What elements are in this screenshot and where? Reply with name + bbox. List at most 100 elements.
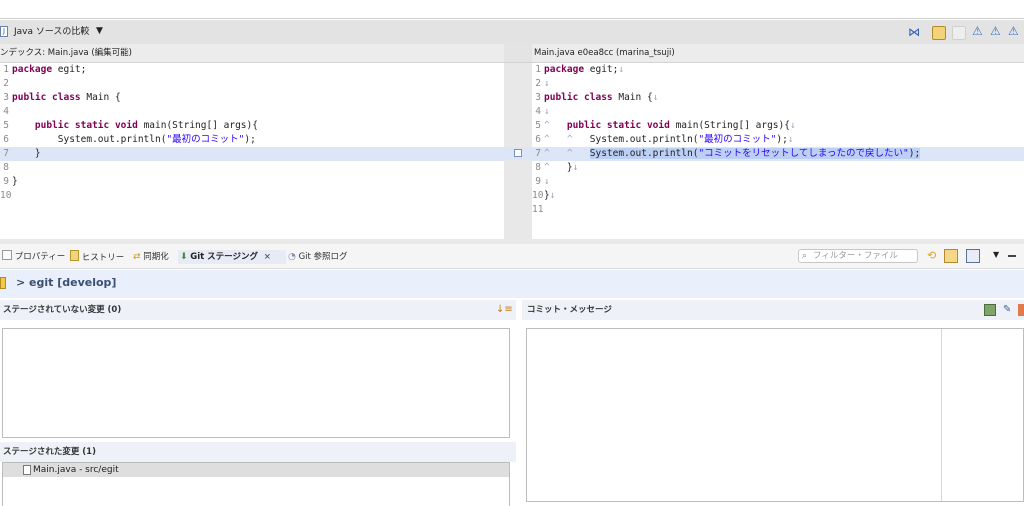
sort-icon[interactable]: ↓≡ [496,304,513,315]
keyword: public static void [34,120,138,131]
tab-label: Git 参照ログ [298,252,348,262]
code-line[interactable]: 11 [532,203,1024,217]
code-line[interactable]: 2 ↓ [532,77,1024,91]
statement: System.out.println("コミットをリセットしてしまったので戻した… [589,148,921,159]
line-end-marker: ↓ [572,162,579,173]
code-line[interactable]: 7 ^ ^ System.out.println("コミットをリセットしてしまった… [532,147,1024,161]
code-text: Main { [612,92,653,103]
code-text: ); [908,148,921,159]
copy-all-icon[interactable]: ⋈ [908,25,922,39]
code-text: System.out.println( [57,134,167,145]
line-number: 5 [535,120,541,131]
line-end-marker: ↓ [544,78,550,89]
layout-icon[interactable] [966,249,980,263]
line-number: 9 [535,176,541,187]
filter-files-field[interactable]: ⌕ フィルター・ファイル [798,249,918,263]
staged-files-list[interactable]: Main.java - src/egit [2,462,510,506]
sign-off-icon[interactable]: ✎ [1003,304,1011,315]
code-text: ); [776,134,788,145]
whitespace-marker: ^ ^ [544,134,590,145]
amend-icon[interactable] [984,304,996,316]
close-icon[interactable]: ⨯ [264,252,271,262]
code-line[interactable]: 3 public class Main { [0,91,504,105]
code-text: egit; [584,64,619,75]
whitespace-marker: ^ ^ [544,148,590,159]
line-number: 6 [3,134,9,145]
code-line[interactable]: 9 ↓ [532,175,1024,189]
left-code-editor[interactable]: 1 package egit; 2 3 public class Main {4 5 pu… [0,63,504,239]
title-dropdown-icon[interactable]: ▼ [96,25,103,37]
string-literal: "最初のコミット" [166,134,245,145]
code-line[interactable]: 2 [0,77,504,91]
repository-icon [0,277,6,289]
refresh-icon[interactable]: ⟲ [927,249,936,262]
view-menu-icon[interactable]: ▼ [993,250,999,259]
line-number: 3 [535,92,541,103]
code-line[interactable]: 9} [0,175,504,189]
next-change-icon[interactable]: ⚠ [1008,24,1019,38]
code-text: ); [244,134,256,145]
whitespace-marker: ^ [544,120,567,131]
presentation-toggle-icon[interactable] [944,249,958,263]
code-text: System.out.println( [589,134,699,145]
right-pane-header: Main.java e0ea8cc (marina_tsuji) [532,44,1024,63]
line-end-marker: ↓ [618,64,625,75]
minimize-icon[interactable] [1008,255,1016,257]
staged-file-label: Main.java - src/egit [33,465,119,475]
code-line[interactable]: 1 package egit;↓ [532,63,1024,77]
merge-icon[interactable] [932,26,946,40]
line-end-marker: ↓ [544,176,550,187]
center-header [504,44,532,63]
tab-git-staging[interactable]: ⬇ Git ステージング ⨯ [178,250,286,264]
line-number: 7 [3,148,9,159]
code-line[interactable]: 8 [0,161,504,175]
tab-label: 同期化 [143,252,169,262]
keyword: public class [544,92,613,103]
tab-history[interactable]: ヒストリー [70,250,124,264]
code-line[interactable]: 3 public class Main {↓ [532,91,1024,105]
code-line[interactable]: 7 } [0,147,504,161]
line-number: 11 [532,204,544,215]
unstaged-files-list[interactable] [2,328,510,438]
code-line[interactable]: 4 ↓ [532,105,1024,119]
code-line[interactable]: 5 ^ public static void main(String[] args… [532,119,1024,133]
change-id-icon[interactable] [1018,304,1024,316]
prev-diff-icon[interactable]: ⚠ [990,24,1001,38]
line-number: 2 [3,78,9,89]
code-line[interactable]: 6 ^ ^ System.out.println("最初のコミット");↓ [532,133,1024,147]
history-icon [70,250,79,261]
compare-title: Java ソースの比較 [14,27,90,37]
code-line[interactable]: 10 [0,189,504,203]
java-file-icon [23,465,31,475]
repository-label: > egit [develop] [16,276,117,289]
diff-marker[interactable] [514,149,522,157]
line-number: 8 [535,162,541,173]
line-number: 10 [532,190,544,201]
whitespace-marker: ^ [544,162,567,173]
list-item[interactable]: Main.java - src/egit [3,463,509,477]
git-staging-icon: ⬇ [180,252,188,262]
right-code-editor[interactable]: 1 package egit;↓ 2 ↓ 3 public class Main {↓ 4 ↓… [532,63,1024,239]
line-number: 6 [535,134,541,145]
line-number: 1 [535,64,541,75]
code-line[interactable]: 8 ^ }↓ [532,161,1024,175]
code-text: System.out.println( [589,148,699,159]
code-line[interactable]: 1 package egit; [0,63,504,77]
line-end-marker: ↓ [549,190,556,201]
code-line[interactable]: 4 [0,105,504,119]
line-number: 3 [3,92,9,103]
next-diff-icon[interactable]: ⚠ [972,24,983,38]
tab-synchronize[interactable]: ⇄ 同期化 [133,250,169,264]
tab-git-reflog[interactable]: ◔ Git 参照ログ [288,250,348,264]
line-number: 1 [3,64,9,75]
commit-message-field[interactable] [526,328,1024,502]
git-reflog-icon: ◔ [288,252,296,262]
string-literal: "コミットをリセットしてしまったので戻したい" [698,148,909,159]
tab-properties[interactable]: プロパティー [2,250,65,264]
code-line[interactable]: 6 System.out.println("最初のコミット"); [0,133,504,147]
line-end-marker: ↓ [789,120,796,131]
line-number: 2 [535,78,541,89]
code-line[interactable]: 5 public static void main(String[] args)… [0,119,504,133]
code-line[interactable]: 10}↓ [532,189,1024,203]
